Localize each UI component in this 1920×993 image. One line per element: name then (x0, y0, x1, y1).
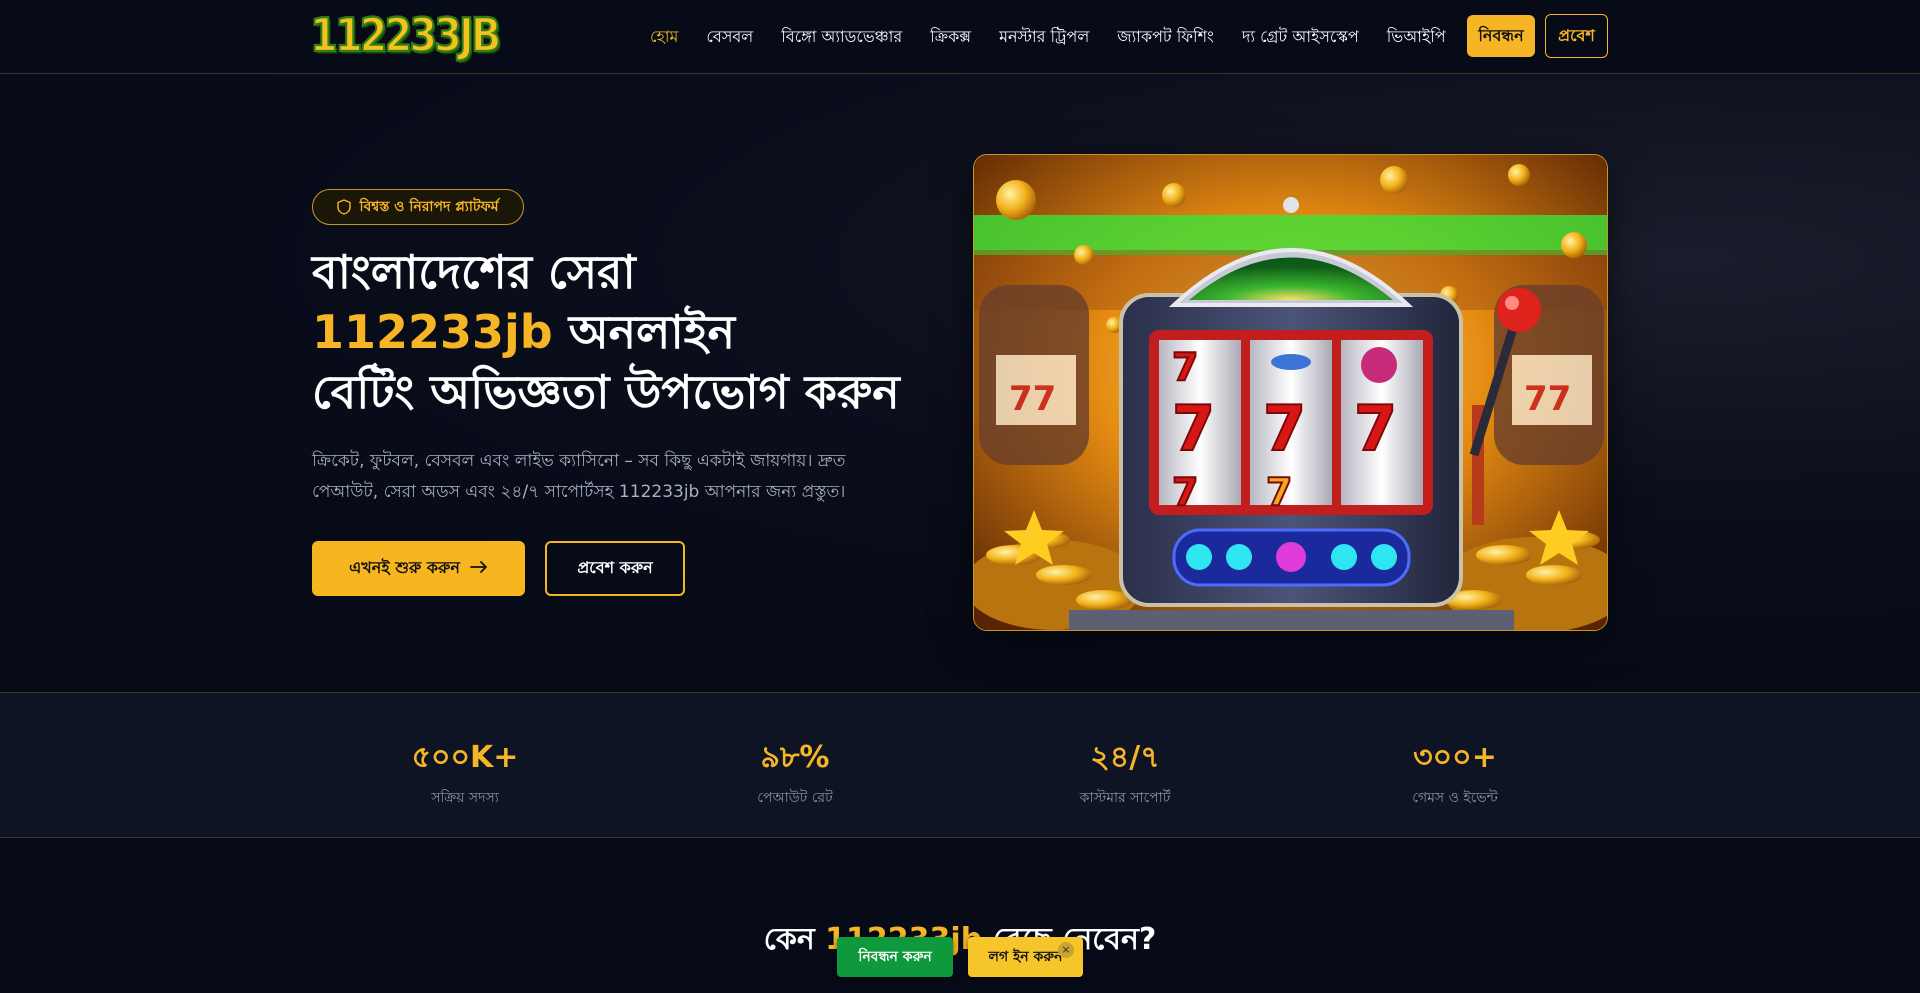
why-choose-heading: কেন 112233jb বেছে নেবেন? (0, 915, 1920, 966)
stat-value: ২৪/৭ (1090, 740, 1160, 775)
stats-bar: ৫০০K+ সক্রিয় সদস্য ৯৮% পেআউট রেট ২৪/৭ ক… (0, 692, 1920, 838)
slot-machine-image: 77 77 7 7 7 7 7 7 (973, 154, 1608, 631)
svg-text:7: 7 (1172, 470, 1198, 514)
stat-label: কাস্টমার সাপোর্ট (1079, 790, 1171, 806)
nav-link-jackpot-fishing[interactable]: জ্যাকপট ফিশিং (1117, 24, 1214, 51)
start-now-button[interactable]: এখনই শুরু করুন (312, 541, 525, 596)
nav-register-button[interactable]: নিবন্ধন (1467, 15, 1535, 57)
stat-label: সক্রিয় সদস্য (431, 790, 499, 806)
svg-text:7: 7 (1263, 392, 1306, 465)
stat-value: ৩০০+ (1413, 740, 1497, 775)
brand-logo[interactable]: 112233JB (309, 8, 502, 63)
stat-members: ৫০০K+ সক্রিয় সদস্য (325, 693, 605, 839)
arrow-right-icon (469, 559, 488, 578)
hero-title-line1: বাংলাদেশের সেরা (312, 245, 636, 299)
shield-icon (337, 199, 352, 215)
svg-text:77: 77 (1009, 379, 1056, 419)
hero-title: বাংলাদেশের সেরা 112233jb অনলাইন বেটিং অভ… (312, 242, 952, 422)
floating-register-button[interactable]: নিবন্ধন করুন (837, 937, 953, 977)
hero-subtitle: ক্রিকেট, ফুটবল, বেসবল এবং লাইভ ক্যাসিনো … (312, 451, 846, 502)
nav-login-button[interactable]: প্রবেশ (1545, 14, 1608, 58)
nav-link-vip[interactable]: ভিআইপি (1387, 24, 1446, 51)
nav-links: হোম বেসবল বিঙ্গো অ্যাডভেঞ্চার ক্রিকক্স ম… (650, 0, 1474, 74)
stat-label: পেআউট রেট (757, 790, 833, 806)
svg-text:7: 7 (1266, 470, 1292, 514)
svg-text:7: 7 (1172, 345, 1198, 389)
stat-support: ২৪/৭ কাস্টমার সাপোর্ট (985, 693, 1265, 839)
stat-payout: ৯৮% পেআউট রেট (655, 693, 935, 839)
start-now-label: এখনই শুরু করুন (349, 558, 460, 577)
stat-label: গেমস ও ইভেন্ট (1412, 790, 1498, 806)
stat-value: ৯৮% (760, 740, 830, 775)
nav-link-crickx[interactable]: ক্রিকক্স (930, 24, 971, 51)
top-navbar: 112233JB হোম বেসবল বিঙ্গো অ্যাডভেঞ্চার ক… (0, 0, 1920, 74)
nav-link-bingo-adventure[interactable]: বিঙ্গো অ্যাডভেঞ্চার (781, 24, 902, 51)
trust-badge: বিশ্বস্ত ও নিরাপদ প্ল্যাটফর্ম (312, 189, 524, 225)
enter-button[interactable]: প্রবেশ করুন (545, 541, 685, 596)
svg-text:7: 7 (1354, 392, 1397, 465)
stat-value: ৫০০K+ (411, 740, 519, 775)
close-icon[interactable]: × (1058, 942, 1074, 958)
why-prefix: কেন (763, 922, 826, 957)
svg-text:7: 7 (1172, 392, 1215, 465)
brand-logo-text: 112233JB (309, 8, 502, 63)
nav-link-monster-triple[interactable]: মনস্টার ট্রিপল (999, 24, 1089, 51)
svg-text:77: 77 (1524, 379, 1571, 419)
nav-link-great-icescape[interactable]: দ্য গ্রেট আইসস্কেপ (1242, 24, 1359, 51)
hero-title-accent: 112233jb (312, 305, 553, 359)
nav-link-baseball[interactable]: বেসবল (706, 24, 753, 51)
stat-games: ৩০০+ গেমস ও ইভেন্ট (1315, 693, 1595, 839)
nav-link-home[interactable]: হোম (650, 24, 678, 51)
hero-section: বিশ্বস্ত ও নিরাপদ প্ল্যাটফর্ম বাংলাদেশের… (0, 74, 1920, 692)
trust-badge-label: বিশ্বস্ত ও নিরাপদ প্ল্যাটফর্ম (359, 199, 499, 215)
hero-title-line3: বেটিং অভিজ্ঞতা উপভোগ করুন (312, 365, 900, 419)
hero-title-line2: অনলাইন (552, 305, 736, 359)
